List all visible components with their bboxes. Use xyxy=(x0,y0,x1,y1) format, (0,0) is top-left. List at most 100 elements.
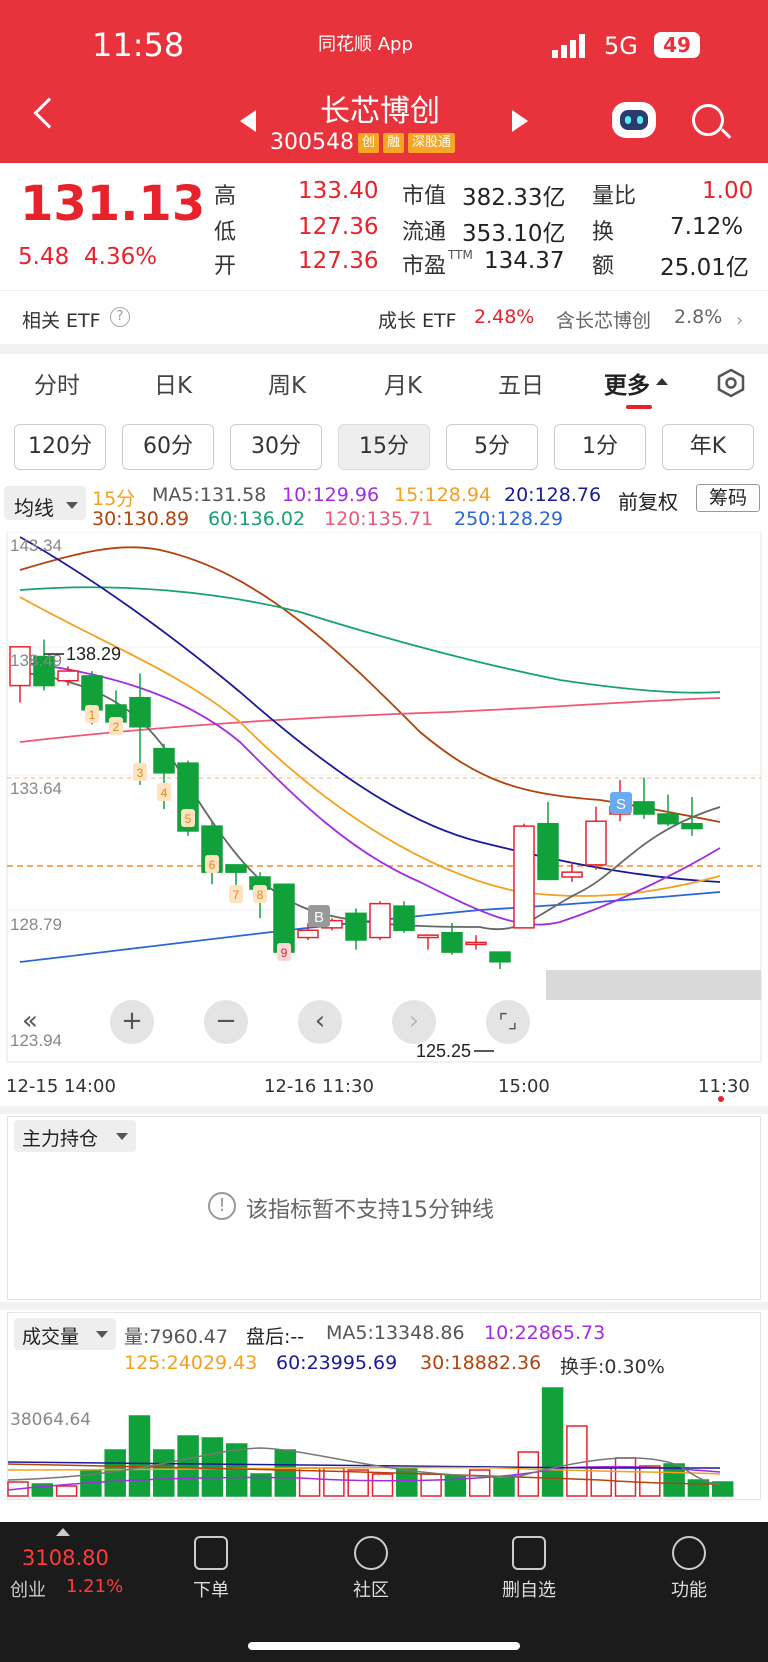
volume-bars xyxy=(7,1387,734,1497)
etf-weight: 2.8% xyxy=(674,306,723,328)
candle-body-9 xyxy=(225,864,247,873)
function-label: 功能 xyxy=(671,1580,707,1601)
x-axis-label-4: 11:30 xyxy=(698,1076,750,1097)
y-label-top: 143.34 xyxy=(10,536,62,555)
stock-code-row: 300548 创 融 深股通 xyxy=(270,130,456,155)
tab-rik[interactable]: 日K xyxy=(154,366,192,400)
community-button[interactable]: 社区 xyxy=(336,1536,406,1602)
turnover-label: 换 xyxy=(592,220,615,245)
period-1[interactable]: 1分 xyxy=(554,424,646,470)
marker-label-7: 7 xyxy=(233,888,240,902)
candle-body-15 xyxy=(369,902,391,939)
settings-icon[interactable] xyxy=(716,368,746,398)
tab-yuek[interactable]: 月K xyxy=(384,366,422,400)
x-axis-label-2: 12-16 11:30 xyxy=(264,1076,374,1097)
period-60[interactable]: 60分 xyxy=(122,424,214,470)
tag-sgt: 深股通 xyxy=(408,132,456,153)
ma10-value: 10:129.96 xyxy=(282,484,380,506)
candle-body-22 xyxy=(537,822,559,881)
period-15[interactable]: 15分 xyxy=(338,424,430,470)
chip-button[interactable]: 筹码 xyxy=(696,484,760,512)
tag-rong: 融 xyxy=(383,132,405,153)
period-5[interactable]: 5分 xyxy=(446,424,538,470)
candle-body-11 xyxy=(273,883,295,953)
tab-underline xyxy=(626,405,652,409)
sell-marker-label: S xyxy=(616,796,626,813)
high-marker-label: 138.29 xyxy=(66,644,121,664)
etf-name[interactable]: 成长 ETF xyxy=(378,306,457,333)
remove-watch-button[interactable]: 删自选 xyxy=(494,1536,564,1602)
marker-label-6: 6 xyxy=(209,858,216,872)
period-year[interactable]: 年K xyxy=(662,424,754,470)
order-label: 下单 xyxy=(193,1580,229,1601)
adjust-label[interactable]: 前复权 xyxy=(618,486,678,515)
tab-zhouk[interactable]: 周K xyxy=(268,366,306,400)
candle-body-27 xyxy=(657,813,679,825)
robot-icon[interactable] xyxy=(612,102,656,138)
candle-body-21 xyxy=(513,825,535,929)
divider xyxy=(0,290,768,291)
volume-bar-6 xyxy=(153,1449,175,1497)
ma-selector-label: 均线 xyxy=(14,496,54,520)
x-axis-label-1: 12-15 14:00 xyxy=(6,1076,116,1097)
candle-body-12 xyxy=(297,929,319,939)
volume-chart xyxy=(7,1387,734,1497)
low-value: 127.36 xyxy=(298,214,379,240)
expand-up-icon[interactable] xyxy=(56,1528,70,1536)
low-label: 低 xyxy=(214,220,237,245)
marker-label-9: 9 xyxy=(281,946,288,960)
current-dot xyxy=(718,1096,724,1102)
marker-label-2: 2 xyxy=(113,720,120,734)
pan-right-button[interactable]: › xyxy=(392,1000,436,1044)
volume-bar-24 xyxy=(590,1467,612,1497)
zoom-in-button[interactable]: + xyxy=(110,1000,154,1044)
fullscreen-icon[interactable]: ⌜⌟ xyxy=(486,1000,530,1044)
function-button[interactable]: 功能 xyxy=(654,1536,724,1602)
price-highlight-band xyxy=(546,970,761,1000)
volume-bar-2 xyxy=(55,1485,78,1497)
search-icon[interactable] xyxy=(692,104,724,136)
section-gap-3 xyxy=(0,1302,768,1310)
volume-bar-12 xyxy=(298,1467,321,1497)
info-icon: ! xyxy=(208,1192,236,1220)
tab-fenshi[interactable]: 分时 xyxy=(34,366,80,400)
pan-left-button[interactable]: ‹ xyxy=(298,1000,342,1044)
candle-body-16 xyxy=(393,905,415,932)
price-pct: 4.36% xyxy=(84,244,158,270)
zoom-out-button[interactable]: − xyxy=(204,1000,248,1044)
period-120[interactable]: 120分 xyxy=(14,424,106,470)
volume-bar-25 xyxy=(614,1457,637,1497)
volume-bar-15 xyxy=(371,1473,394,1497)
index-name: 创业 xyxy=(10,1580,46,1601)
chevron-right-icon[interactable]: › xyxy=(736,310,743,331)
turnover-rate: 换手:0.30% xyxy=(560,1356,665,1378)
ma15-value: 15:128.94 xyxy=(394,484,492,506)
y-label-3: 133.64 xyxy=(10,779,62,798)
indicator-message: 该指标暂不支持15分钟线 xyxy=(246,1198,494,1223)
help-icon[interactable]: ? xyxy=(110,307,130,327)
tab-wuri[interactable]: 五日 xyxy=(498,366,544,400)
tag-chuang: 创 xyxy=(357,132,379,153)
float-label: 流通 xyxy=(402,220,447,245)
collapse-left-icon[interactable]: « xyxy=(8,1000,52,1044)
minus-box-icon xyxy=(512,1536,546,1570)
marker-label-4: 4 xyxy=(161,786,168,800)
amount-value: 25.01亿 xyxy=(660,255,749,281)
prev-stock-icon[interactable] xyxy=(240,110,256,132)
volume-bar-16 xyxy=(396,1467,418,1497)
price: 131.13 xyxy=(20,176,206,232)
volume-bar-17 xyxy=(420,1473,442,1497)
section-gap xyxy=(0,344,768,354)
next-stock-icon[interactable] xyxy=(512,110,528,132)
candle-body-19 xyxy=(465,941,487,946)
tab-more[interactable]: 更多 xyxy=(604,366,650,400)
volume-bar-23 xyxy=(566,1425,588,1497)
vol-ma60: 60:23995.69 xyxy=(276,1352,398,1374)
period-30[interactable]: 30分 xyxy=(230,424,322,470)
kline-chart[interactable]: 1234567 89BS 143.34 138.49 133.64 128.79 … xyxy=(0,532,768,1068)
index-value[interactable]: 3108.80 xyxy=(22,1546,109,1570)
order-button[interactable]: 下单 xyxy=(176,1536,246,1602)
back-icon[interactable] xyxy=(33,97,65,129)
volume-bar-9 xyxy=(225,1443,248,1497)
float-value: 353.10亿 xyxy=(462,221,566,247)
